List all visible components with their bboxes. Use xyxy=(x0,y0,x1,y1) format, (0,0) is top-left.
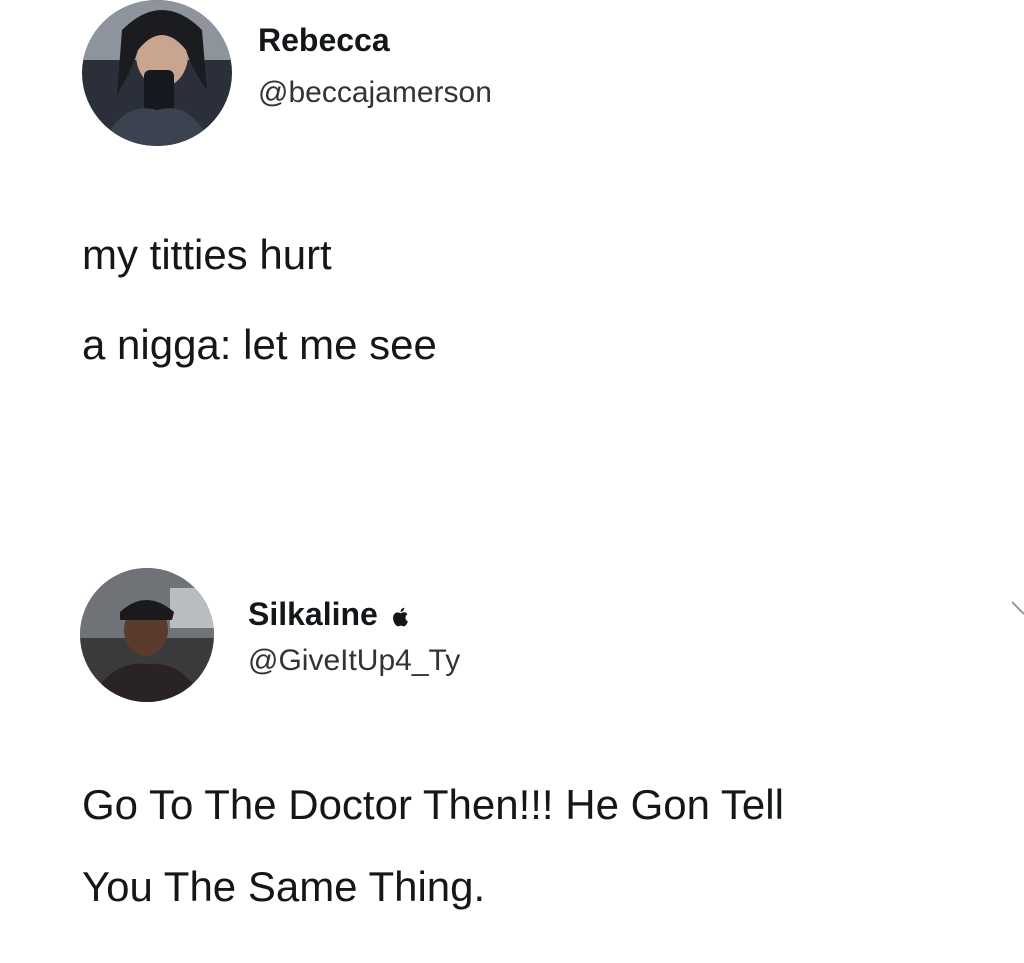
tweet-rebecca: Rebecca @beccajamerson my titties hurt a… xyxy=(0,0,1024,470)
display-name[interactable]: Rebecca xyxy=(258,22,390,59)
avatar-photo-icon xyxy=(80,568,214,702)
display-name-row: Silkaline xyxy=(248,596,412,633)
avatar[interactable] xyxy=(80,568,214,702)
display-name-row: Rebecca xyxy=(258,22,390,59)
avatar-photo-icon xyxy=(82,0,232,146)
tweet-line: a nigga: let me see xyxy=(82,321,437,368)
tweet-line: You The Same Thing. xyxy=(82,863,486,910)
tweet-line: Go To The Doctor Then!!! He Gon Tell xyxy=(82,781,784,828)
display-name[interactable]: Silkaline xyxy=(248,596,378,633)
chevron-down-icon[interactable] xyxy=(1012,600,1024,622)
tweet-silkaline: Silkaline @GiveItUp4_Ty Go To The Doctor… xyxy=(0,560,1024,963)
avatar[interactable] xyxy=(82,0,232,146)
tweet-line: my titties hurt xyxy=(82,231,332,278)
user-handle[interactable]: @GiveItUp4_Ty xyxy=(248,644,460,678)
user-handle[interactable]: @beccajamerson xyxy=(258,76,492,110)
apple-icon xyxy=(390,605,412,629)
tweet-text: Go To The Doctor Then!!! He Gon Tell You… xyxy=(82,764,1012,928)
tweet-text: my titties hurt a nigga: let me see xyxy=(82,210,982,390)
